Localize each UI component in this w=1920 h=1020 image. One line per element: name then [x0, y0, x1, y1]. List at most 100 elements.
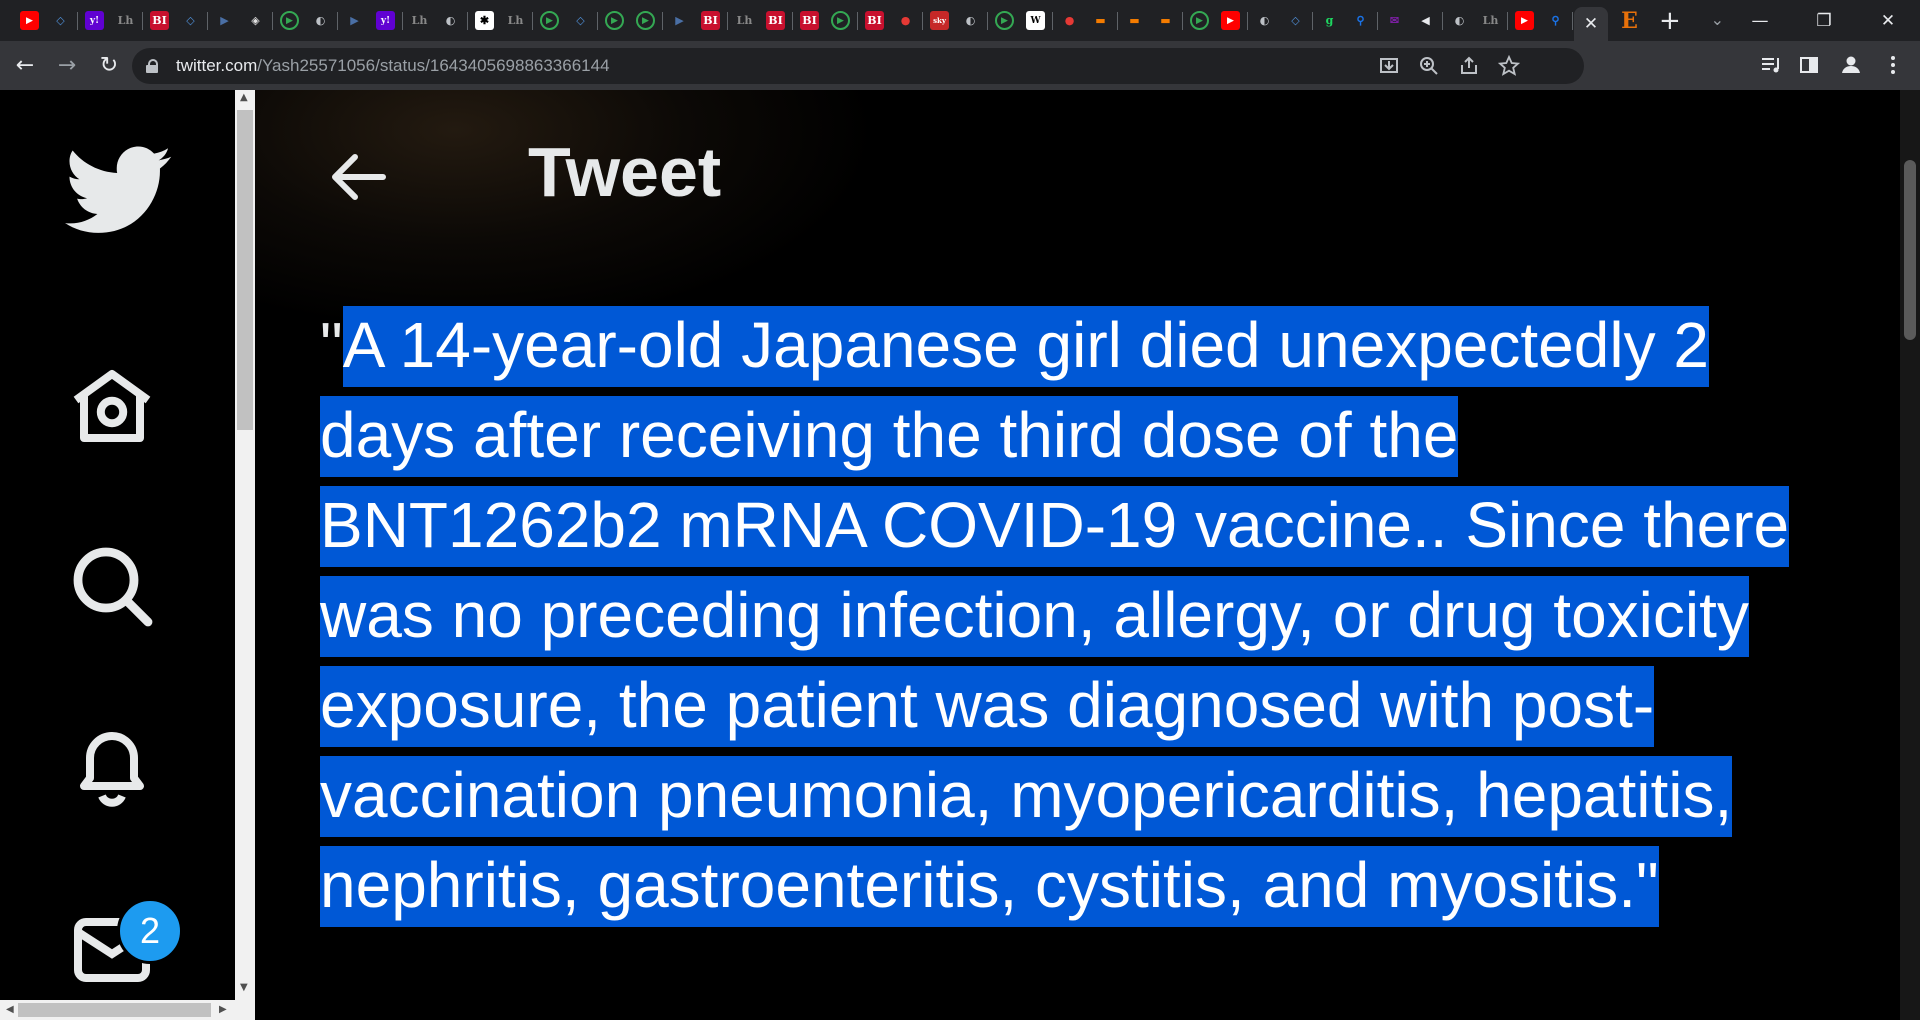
- url-host: twitter.com: [176, 56, 258, 75]
- tweet-line-4-selected[interactable]: was no preceding infection, allergy, or …: [320, 576, 1749, 657]
- tab-separator: [1117, 11, 1118, 30]
- tab-favicon-shield-icon[interactable]: ◇: [1286, 11, 1305, 30]
- sidebar-vertical-scroll-thumb[interactable]: [237, 110, 253, 430]
- tab-separator: [792, 11, 793, 30]
- tab-separator: [207, 11, 208, 30]
- tab-favicon-yahoo-icon[interactable]: y!: [376, 11, 395, 30]
- side-panel-icon[interactable]: [1794, 50, 1824, 80]
- tab-favicon-sh-icon[interactable]: Lh: [410, 11, 429, 30]
- tab-favicon-youtube-icon[interactable]: ▶: [1515, 11, 1534, 30]
- close-tab-icon[interactable]: ✕: [1584, 14, 1598, 34]
- zoom-icon[interactable]: [1418, 55, 1440, 77]
- tweet-line-3-selected[interactable]: BNT1262b2 mRNA COVID-19 vaccine.. Since …: [320, 486, 1790, 567]
- profile-icon[interactable]: [1836, 50, 1866, 80]
- scroll-right-arrow-icon[interactable]: ▶: [219, 1004, 227, 1015]
- tab-favicon-sh-icon[interactable]: Lh: [116, 11, 135, 30]
- tab-favicon-play-icon[interactable]: ▶: [540, 11, 559, 30]
- back-button[interactable]: ←: [8, 49, 42, 83]
- tab-favicon-arrow-icon[interactable]: ▶: [345, 11, 364, 30]
- menu-icon[interactable]: [1878, 50, 1908, 80]
- bookmark-star-icon[interactable]: [1498, 55, 1520, 77]
- scroll-left-arrow-icon[interactable]: ◀: [6, 1004, 14, 1015]
- tweet-text[interactable]: "A 14-year-old Japanese girl died unexpe…: [320, 300, 1905, 930]
- tab-favicon-shield-icon[interactable]: ◇: [181, 11, 200, 30]
- tab-favicon-bookmark-icon[interactable]: ▬: [1125, 11, 1144, 30]
- tab-favicon-play-icon[interactable]: ▶: [1190, 11, 1209, 30]
- tab-separator: [1312, 11, 1313, 30]
- tab-favicon-bi-icon[interactable]: BI: [701, 11, 720, 30]
- twitter-logo-icon[interactable]: [64, 146, 174, 236]
- tab-favicon-play-icon[interactable]: ▶: [636, 11, 655, 30]
- close-window-button[interactable]: ✕: [1856, 11, 1920, 31]
- back-arrow-icon[interactable]: [327, 152, 387, 202]
- tab-favicon-bi-icon[interactable]: BI: [150, 11, 169, 30]
- tweet-line-5-selected[interactable]: exposure, the patient was diagnosed with…: [320, 666, 1655, 747]
- tab-favicon-sh-icon[interactable]: Lh: [1481, 11, 1500, 30]
- tab-favicon-mail-icon[interactable]: ✉: [1385, 11, 1404, 30]
- tab-favicon-arrow-icon[interactable]: ▶: [215, 11, 234, 30]
- address-bar[interactable]: twitter.com/Yash25571056/status/16434056…: [132, 48, 1584, 84]
- tab-favicon-globe-icon[interactable]: ◐: [311, 11, 330, 30]
- tab-search-icon[interactable]: ⌄: [1711, 10, 1724, 29]
- tab-favicon-globe-icon[interactable]: ◐: [961, 11, 980, 30]
- tab-favicon-bookmark-icon[interactable]: ▬: [1091, 11, 1110, 30]
- lock-icon[interactable]: [146, 59, 158, 73]
- tab-favicon-maps-icon[interactable]: ◈: [246, 11, 265, 30]
- tab-favicon-search-icon[interactable]: ⚲: [1351, 11, 1370, 30]
- explore-search-icon[interactable]: [64, 538, 160, 634]
- active-tab[interactable]: ✕: [1574, 7, 1608, 41]
- tweet-line: BNT1262b2 mRNA COVID-19 vaccine.. Since …: [320, 480, 1905, 570]
- tab-favicon-play-icon[interactable]: ▶: [605, 11, 624, 30]
- forward-button[interactable]: →: [50, 49, 84, 83]
- tab-favicon-globe-icon[interactable]: ◐: [441, 11, 460, 30]
- tweet-line-6-selected[interactable]: vaccination pneumonia, myopericarditis, …: [320, 756, 1733, 837]
- home-icon[interactable]: [64, 358, 160, 454]
- tab-favicon-globe-icon[interactable]: ◐: [1450, 11, 1469, 30]
- tab-favicon-sky-icon[interactable]: sky: [930, 11, 949, 30]
- tweet-line-1-selected[interactable]: A 14-year-old Japanese girl died unexpec…: [342, 306, 1709, 387]
- install-icon[interactable]: [1378, 55, 1400, 77]
- tab-favicon-figure-icon[interactable]: ✱: [475, 11, 494, 30]
- tab-favicon-mic-icon[interactable]: ●: [896, 11, 915, 30]
- tab-favicon-g-icon[interactable]: g: [1320, 11, 1339, 30]
- tab-favicon-e[interactable]: E: [1620, 8, 1639, 34]
- tweet-line-7-selected[interactable]: nephritis, gastroenteritis, cystitis, an…: [320, 846, 1659, 927]
- tab-favicon-mic-icon[interactable]: ●: [1060, 11, 1079, 30]
- tab-separator: [922, 11, 923, 30]
- tab-favicon-sh-icon[interactable]: Lh: [735, 11, 754, 30]
- tab-favicon-shield-icon[interactable]: ◇: [571, 11, 590, 30]
- scroll-up-arrow-icon[interactable]: ▲: [240, 92, 248, 103]
- tab-favicon-shield-icon[interactable]: ◇: [51, 11, 70, 30]
- sidebar-horizontal-scroll-thumb[interactable]: [18, 1003, 211, 1017]
- new-tab-button[interactable]: +: [1659, 8, 1681, 34]
- page-title: Tweet: [528, 133, 722, 211]
- tab-favicon-search-icon[interactable]: ⚲: [1546, 11, 1565, 30]
- tweet-line: vaccination pneumonia, myopericarditis, …: [320, 750, 1905, 840]
- tab-favicon-play-icon[interactable]: ▶: [995, 11, 1014, 30]
- messages-badge: 2: [117, 898, 183, 964]
- tab-favicon-bi-icon[interactable]: BI: [865, 11, 884, 30]
- tab-favicon-globe-icon[interactable]: ◐: [1255, 11, 1274, 30]
- media-control-icon[interactable]: [1756, 50, 1786, 80]
- reload-button[interactable]: ↻: [92, 49, 126, 83]
- tab-favicon-arrow-icon[interactable]: ▶: [670, 11, 689, 30]
- scroll-down-arrow-icon[interactable]: ▼: [240, 982, 248, 993]
- page-vertical-scroll-thumb[interactable]: [1904, 160, 1916, 340]
- tweet-line-2-selected[interactable]: days after receiving the third dose of t…: [320, 396, 1459, 477]
- tab-favicon-bi-icon[interactable]: BI: [800, 11, 819, 30]
- tab-favicon-sh-icon[interactable]: Lh: [506, 11, 525, 30]
- tab-favicon-play-icon[interactable]: ▶: [280, 11, 299, 30]
- tab-favicon-play-icon[interactable]: ▶: [831, 11, 850, 30]
- restore-button[interactable]: ❐: [1792, 11, 1856, 31]
- tab-favicon-yahoo-icon[interactable]: y!: [85, 11, 104, 30]
- notifications-bell-icon[interactable]: [64, 718, 160, 814]
- share-icon[interactable]: [1458, 55, 1480, 77]
- url-text[interactable]: twitter.com/Yash25571056/status/16434056…: [176, 56, 610, 76]
- tab-favicon-youtube-icon[interactable]: ▶: [20, 11, 39, 30]
- tab-favicon-bi-icon[interactable]: BI: [766, 11, 785, 30]
- tab-favicon-youtube-icon[interactable]: ▶: [1221, 11, 1240, 30]
- tab-favicon-wsj-icon[interactable]: W: [1026, 11, 1045, 30]
- tab-favicon-bookmark-icon[interactable]: ▬: [1156, 11, 1175, 30]
- tab-favicon-sound-icon[interactable]: ◀: [1416, 11, 1435, 30]
- minimize-button[interactable]: —: [1728, 11, 1792, 31]
